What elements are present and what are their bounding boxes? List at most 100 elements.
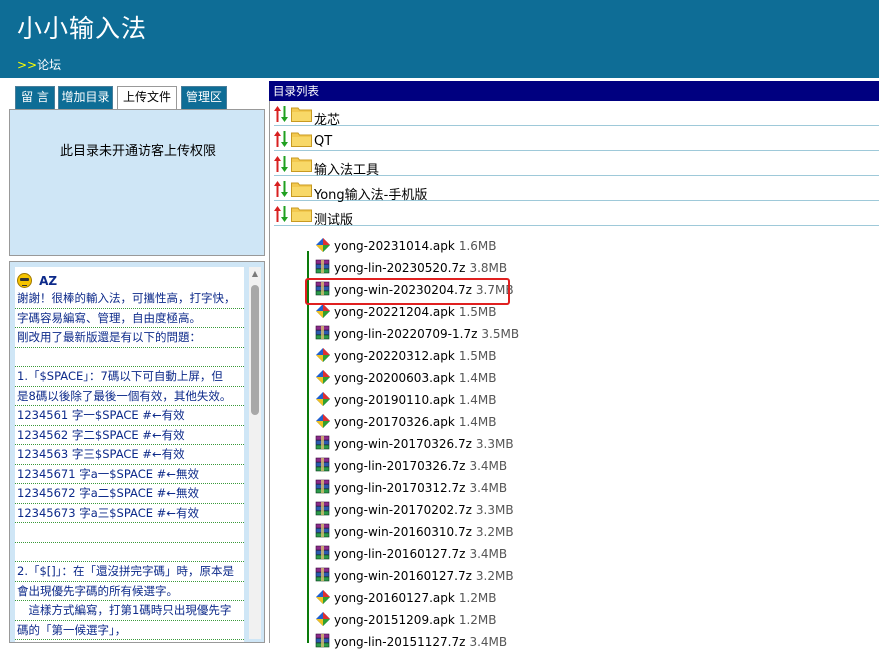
comment-line: 1234563 字三$SPACE #←有效: [15, 445, 244, 465]
file-name[interactable]: yong-lin-20220709-1.7z: [334, 327, 477, 341]
file-row[interactable]: yong-20151209.apk 1.2MB: [315, 609, 715, 631]
file-name[interactable]: yong-win-20170202.7z: [334, 503, 472, 517]
file-name[interactable]: yong-20190110.apk: [334, 393, 455, 407]
file-link[interactable]: yong-20220312.apk 1.5MB: [334, 349, 496, 363]
folder-row[interactable]: Yong输入法-手机版: [274, 176, 879, 203]
tab-message[interactable]: 留 言: [15, 86, 55, 109]
file-link[interactable]: yong-20151209.apk 1.2MB: [334, 613, 496, 627]
folder-name[interactable]: 测试版: [314, 209, 353, 228]
file-link[interactable]: yong-20160127.apk 1.2MB: [334, 591, 496, 605]
comment-line: [15, 543, 244, 562]
file-row[interactable]: yong-20220312.apk 1.5MB: [315, 345, 715, 367]
highlight-box: [305, 278, 510, 305]
file-link[interactable]: yong-20221204.apk 1.5MB: [334, 305, 496, 319]
tab-management[interactable]: 管理区: [181, 86, 227, 109]
file-link[interactable]: yong-20231014.apk 1.6MB: [334, 239, 496, 253]
file-name[interactable]: yong-20221204.apk: [334, 305, 455, 319]
file-size: 3.3MB: [475, 503, 514, 517]
comment-line: 12345672 字a二$SPACE #←無效: [15, 484, 244, 504]
file-row[interactable]: yong-lin-20151127.7z 3.4MB: [315, 631, 715, 653]
file-link[interactable]: yong-lin-20151127.7z 3.4MB: [334, 635, 507, 649]
file-link[interactable]: yong-lin-20230520.7z 3.8MB: [334, 261, 507, 275]
file-row[interactable]: yong-20231014.apk 1.6MB: [315, 235, 715, 257]
comment-line: 2.「$[]」：在「還沒拼完字碼」時，原本是: [15, 562, 244, 582]
file-row[interactable]: yong-lin-20160127.7z 3.4MB: [315, 543, 715, 565]
file-name[interactable]: yong-lin-20160127.7z: [334, 547, 465, 561]
sort-arrows-icon[interactable]: [274, 131, 288, 147]
sort-arrows-icon[interactable]: [274, 106, 288, 122]
file-link[interactable]: yong-lin-20170312.7z 3.4MB: [334, 481, 507, 495]
sunglasses-emoji-icon: [17, 273, 32, 288]
file-name[interactable]: yong-20160127.apk: [334, 591, 455, 605]
folder-icon: [291, 156, 312, 172]
apk-icon: [315, 611, 331, 627]
file-name[interactable]: yong-20170326.apk: [334, 415, 455, 429]
file-row[interactable]: yong-win-20170202.7z 3.3MB: [315, 499, 715, 521]
file-row[interactable]: yong-20190110.apk 1.4MB: [315, 389, 715, 411]
sort-arrows-icon[interactable]: [274, 181, 288, 197]
scrollbar-thumb[interactable]: [251, 285, 259, 415]
file-link[interactable]: yong-20190110.apk 1.4MB: [334, 393, 496, 407]
file-link[interactable]: yong-win-20160310.7z 3.2MB: [334, 525, 514, 539]
file-size: 1.2MB: [458, 613, 497, 627]
file-name[interactable]: yong-lin-20170326.7z: [334, 459, 465, 473]
comment-scrollbar[interactable]: ▲: [249, 267, 261, 639]
folder-row[interactable]: 测试版: [274, 201, 879, 228]
file-name[interactable]: yong-20151209.apk: [334, 613, 455, 627]
folder-name[interactable]: QT: [314, 134, 332, 149]
file-link[interactable]: yong-win-20160127.7z 3.2MB: [334, 569, 514, 583]
file-row[interactable]: yong-lin-20170312.7z 3.4MB: [315, 477, 715, 499]
forum-link[interactable]: >>论坛: [17, 56, 61, 73]
file-link[interactable]: yong-win-20170202.7z 3.3MB: [334, 503, 514, 517]
file-link[interactable]: yong-20170326.apk 1.4MB: [334, 415, 496, 429]
tab-add-directory[interactable]: 增加目录: [58, 86, 113, 109]
file-size: 1.5MB: [458, 305, 497, 319]
file-size: 3.2MB: [475, 569, 514, 583]
file-size: 1.4MB: [458, 371, 497, 385]
file-name[interactable]: yong-win-20160127.7z: [334, 569, 472, 583]
comment-author: AZ: [39, 274, 58, 288]
file-row[interactable]: yong-win-20160127.7z 3.2MB: [315, 565, 715, 587]
comment-line: 謝謝！很棒的輸入法，可攜性高，打字快，: [15, 289, 244, 309]
file-row[interactable]: yong-lin-20230520.7z 3.8MB: [315, 257, 715, 279]
sort-arrows-icon[interactable]: [274, 206, 288, 222]
apk-icon: [315, 413, 331, 429]
file-row[interactable]: yong-win-20170326.7z 3.3MB: [315, 433, 715, 455]
folder-row[interactable]: QT: [274, 126, 879, 151]
file-link[interactable]: yong-lin-20160127.7z 3.4MB: [334, 547, 507, 561]
file-name[interactable]: yong-lin-20230520.7z: [334, 261, 465, 275]
scroll-up-arrow-icon[interactable]: ▲: [249, 267, 261, 281]
file-row[interactable]: yong-20170326.apk 1.4MB: [315, 411, 715, 433]
file-row[interactable]: yong-20160127.apk 1.2MB: [315, 587, 715, 609]
sort-arrows-icon[interactable]: [274, 156, 288, 172]
archive-icon: [315, 501, 331, 517]
file-row[interactable]: yong-lin-20170326.7z 3.4MB: [315, 455, 715, 477]
comment-line: 1.「$SPACE」：7碼以下可自動上屏，但: [15, 367, 244, 387]
archive-icon: [315, 633, 331, 649]
comment-scroll-area[interactable]: AZ 謝謝！很棒的輸入法，可攜性高，打字快， 字碼容易編寫、管理，自由度極高。 剛改…: [15, 267, 244, 642]
file-name[interactable]: yong-20200603.apk: [334, 371, 455, 385]
file-name[interactable]: yong-win-20170326.7z: [334, 437, 472, 451]
file-name[interactable]: yong-win-20160310.7z: [334, 525, 472, 539]
file-row[interactable]: yong-lin-20220709-1.7z 3.5MB: [315, 323, 715, 345]
comment-body: 謝謝！很棒的輸入法，可攜性高，打字快， 字碼容易編寫、管理，自由度極高。 剛改用了最…: [15, 289, 244, 642]
folder-row[interactable]: 龙芯: [274, 101, 879, 128]
file-size: 3.4MB: [469, 481, 508, 495]
comment-line: 1234561 字一$SPACE #←有效: [15, 406, 244, 426]
file-name[interactable]: yong-lin-20151127.7z: [334, 635, 465, 649]
tab-upload-file[interactable]: 上传文件: [117, 86, 177, 110]
file-link[interactable]: yong-lin-20170326.7z 3.4MB: [334, 459, 507, 473]
file-link[interactable]: yong-lin-20220709-1.7z 3.5MB: [334, 327, 519, 341]
file-name[interactable]: yong-lin-20170312.7z: [334, 481, 465, 495]
file-link[interactable]: yong-win-20170326.7z 3.3MB: [334, 437, 514, 451]
upload-permission-message: 此目录未开通访客上传权限: [59, 144, 216, 159]
file-size: 1.2MB: [458, 591, 497, 605]
file-link[interactable]: yong-20200603.apk 1.4MB: [334, 371, 496, 385]
file-name[interactable]: yong-20220312.apk: [334, 349, 455, 363]
folder-icon: [291, 106, 312, 122]
file-row[interactable]: yong-20200603.apk 1.4MB: [315, 367, 715, 389]
folder-row[interactable]: 输入法工具: [274, 151, 879, 178]
file-row[interactable]: yong-win-20160310.7z 3.2MB: [315, 521, 715, 543]
file-name[interactable]: yong-20231014.apk: [334, 239, 455, 253]
archive-icon: [315, 325, 331, 341]
